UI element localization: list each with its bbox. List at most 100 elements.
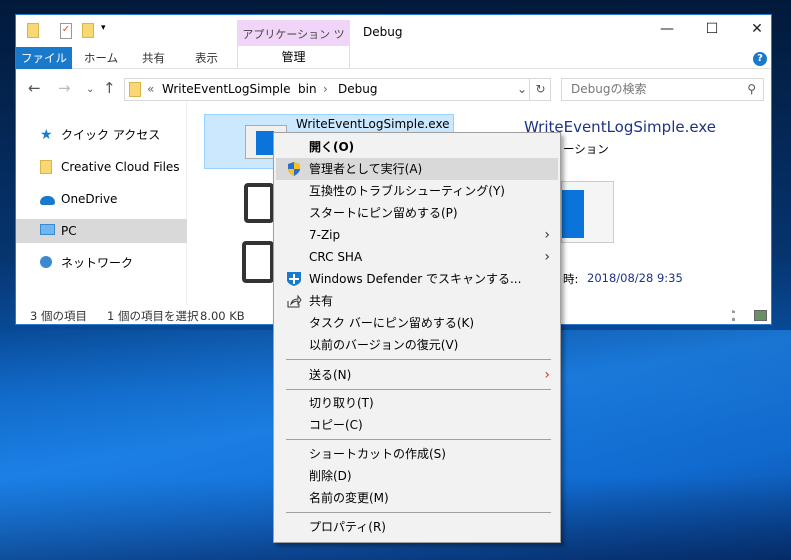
breadcrumb-writeeventlogsimple[interactable]: WriteEventLogSimple — [162, 79, 290, 100]
menu-item-label: Windows Defender でスキャンする... — [309, 272, 522, 286]
menu-item[interactable]: 管理者として実行(A) — [276, 158, 558, 180]
close-button[interactable]: ✕ — [747, 21, 767, 37]
menu-item-label: コピー(C) — [309, 418, 363, 432]
menu-item-label: 互換性のトラブルシューティング(Y) — [309, 184, 505, 198]
sidebar-item-pc[interactable]: PC — [16, 219, 187, 243]
breadcrumb-separator[interactable]: › — [323, 79, 328, 100]
menu-item[interactable]: 削除(D) — [276, 465, 558, 487]
menu-item[interactable]: 互換性のトラブルシューティング(Y) — [276, 180, 558, 202]
large-icons-view-button[interactable] — [754, 310, 767, 321]
sidebar-item-creative-cloud[interactable]: Creative Cloud Files — [16, 155, 187, 179]
preview-thumbnail — [561, 181, 614, 243]
selected-count: 1 個の項目を選択 — [107, 309, 199, 323]
refresh-button[interactable]: ↻ — [529, 79, 551, 100]
sidebar-item-label: ネットワーク — [61, 256, 134, 270]
search-icon[interactable]: ⚲ — [747, 79, 756, 100]
menu-item-label: 以前のバージョンの復元(V) — [309, 338, 459, 352]
breadcrumb-debug[interactable]: Debug — [338, 79, 377, 100]
menu-item-label: 削除(D) — [309, 469, 352, 483]
menu-item[interactable]: 共有 — [276, 290, 558, 312]
back-button[interactable]: ← — [28, 79, 41, 97]
chevron-right-icon: › — [544, 367, 550, 383]
properties-icon[interactable]: ✓ — [60, 23, 72, 39]
menu-item-label: 管理者として実行(A) — [309, 162, 423, 176]
file-name: WriteEventLogSimple.exe — [296, 117, 450, 131]
menu-item[interactable]: 7-Zip › — [276, 224, 558, 246]
folder-icon — [27, 23, 39, 38]
maximize-button[interactable]: ☐ — [702, 21, 722, 37]
creative-cloud-folder-icon — [40, 160, 52, 174]
menu-item[interactable]: CRC SHA › — [276, 246, 558, 268]
forward-button[interactable]: → — [58, 79, 71, 97]
menu-item-label: タスク バーにピン留めする(K) — [309, 316, 475, 330]
selected-size: 8.00 KB — [200, 309, 245, 323]
menu-separator — [286, 439, 551, 440]
menu-item-label: プロパティ(R) — [309, 520, 386, 534]
menu-item-label: 7-Zip — [309, 228, 341, 242]
menu-item-label: 名前の変更(M) — [309, 491, 389, 505]
cloud-icon — [40, 196, 55, 205]
preview-date-label: 時: — [563, 272, 579, 286]
menu-item[interactable]: 開く(O) — [276, 136, 558, 158]
recent-locations-button[interactable]: ⌄ — [86, 84, 94, 95]
sidebar-item-network[interactable]: ネットワーク — [16, 251, 187, 275]
folder-icon — [129, 82, 141, 97]
menu-separator — [286, 389, 551, 390]
breadcrumb-bin[interactable]: bin — [298, 79, 317, 100]
menu-item[interactable]: スタートにピン留めする(P) — [276, 202, 558, 224]
menu-item-label: ショートカットの作成(S) — [309, 447, 446, 461]
sidebar-item-label: クイック アクセス — [61, 128, 161, 142]
tab-share[interactable]: 共有 — [131, 47, 176, 69]
menu-item[interactable]: 名前の変更(M) — [276, 487, 558, 509]
config-file-icon — [242, 241, 274, 283]
up-button[interactable]: ↑ — [103, 79, 116, 97]
sidebar-item-onedrive[interactable]: OneDrive — [16, 187, 187, 211]
help-icon[interactable]: ? — [753, 52, 767, 66]
minimize-button[interactable]: — — [657, 21, 677, 37]
defender-icon — [286, 271, 302, 287]
sidebar-item-quick-access[interactable]: ★ クイック アクセス — [16, 123, 187, 147]
menu-item-label: 共有 — [309, 294, 334, 308]
new-folder-icon[interactable] — [82, 23, 94, 38]
search-placeholder: Debugの検索 — [571, 82, 647, 96]
menu-item-label: 送る(N) — [309, 368, 352, 382]
sidebar-item-label: Creative Cloud Files — [61, 160, 180, 174]
overflow-chevron[interactable]: « — [147, 79, 154, 100]
menu-item[interactable]: Windows Defender でスキャンする... — [276, 268, 558, 290]
address-dropdown[interactable]: ⌄ — [517, 79, 527, 100]
star-icon: ★ — [40, 127, 53, 143]
menu-item-label: CRC SHA — [309, 250, 363, 264]
monitor-icon — [40, 224, 55, 235]
ribbon-tabs: ファイル ホーム 共有 表示 ? — [16, 47, 771, 69]
uac-shield-icon — [286, 161, 302, 177]
menu-item[interactable]: 送る(N) › — [276, 364, 558, 386]
menu-item[interactable]: 以前のバージョンの復元(V) — [276, 334, 558, 356]
network-icon — [40, 256, 52, 268]
tab-view[interactable]: 表示 — [184, 47, 229, 69]
details-view-button[interactable] — [732, 310, 746, 321]
tab-home[interactable]: ホーム — [76, 47, 126, 69]
menu-item-label: 開く(O) — [309, 140, 355, 154]
menu-item[interactable]: タスク バーにピン留めする(K) — [276, 312, 558, 334]
menu-item[interactable]: プロパティ(R) — [276, 516, 558, 538]
customize-toolbar-icon[interactable]: ▾ — [101, 23, 106, 39]
breadcrumb-separator[interactable]: › — [283, 79, 288, 100]
item-count: 3 個の項目 — [30, 309, 87, 323]
chevron-right-icon: › — [544, 227, 550, 243]
menu-separator — [286, 359, 551, 360]
menu-separator — [286, 512, 551, 513]
navigation-pane: ★ クイック アクセス Creative Cloud Files OneDrive… — [16, 101, 187, 305]
menu-item[interactable]: コピー(C) — [276, 414, 558, 436]
preview-date-value: 2018/08/28 9:35 — [587, 271, 683, 285]
address-bar[interactable]: « WriteEventLogSimple › bin › Debug ⌄ ↻ — [124, 78, 551, 101]
chevron-right-icon: › — [544, 249, 550, 265]
search-input[interactable]: Debugの検索 ⚲ — [561, 78, 764, 101]
menu-item[interactable]: 切り取り(T) — [276, 392, 558, 414]
tab-file[interactable]: ファイル — [16, 47, 72, 69]
preview-file-type: ーション — [563, 142, 609, 156]
sidebar-item-label: OneDrive — [61, 192, 118, 206]
menu-item-label: スタートにピン留めする(P) — [309, 206, 458, 220]
troubleshoot-file-icon — [244, 183, 274, 223]
menu-item-label: 切り取り(T) — [309, 396, 374, 410]
menu-item[interactable]: ショートカットの作成(S) — [276, 443, 558, 465]
